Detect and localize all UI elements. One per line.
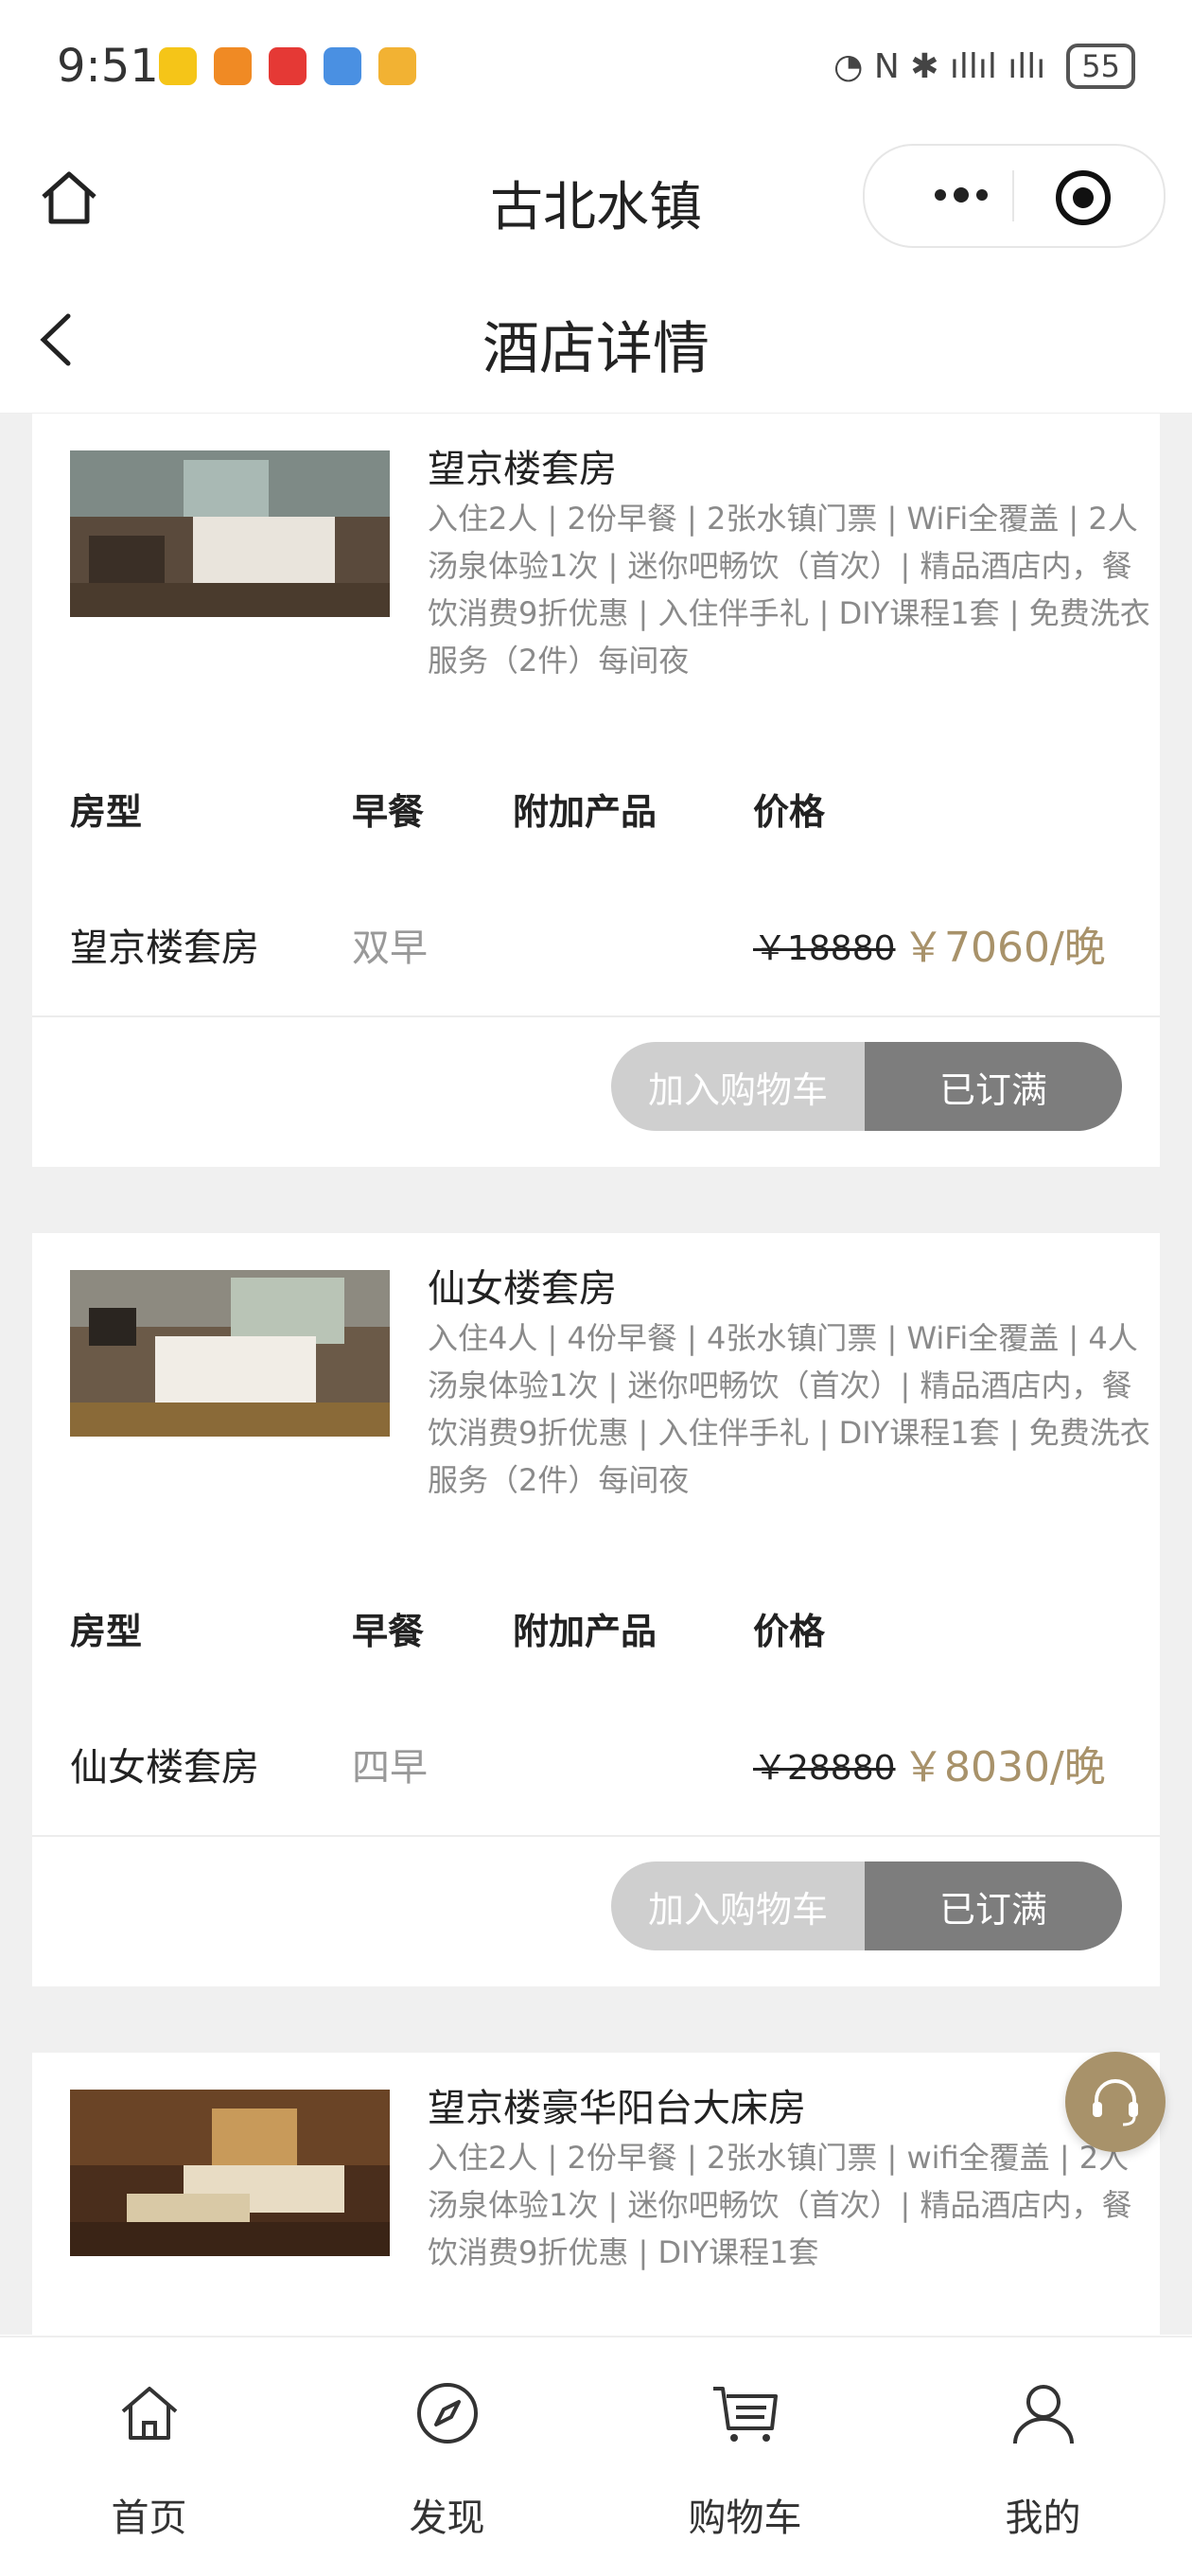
tab-label: 购物车 [688,2497,802,2540]
room-name: 望京楼套房 [428,448,617,491]
signal-icon: ◔ N ✱ ıllıl ıllı [833,46,1046,86]
header-price: 价格 [753,1611,826,1652]
sold-out-button[interactable]: 已订满 [865,1861,1122,1950]
weibo-icon [159,47,197,85]
home-icon [121,2387,178,2440]
status-bar: 9:51 ◔ N ✱ ıllıl ıllı 55 [0,0,1192,132]
room-card: 望京楼豪华阳台大床房 入住2人 | 2份早餐 | 2张水镇门票 | wifi全覆… [32,2053,1160,2335]
discount-price: ￥8030/晚 [903,1743,1106,1791]
status-time: 9:51 [57,40,159,93]
room-description: 入住2人 | 2份早餐 | 2张水镇门票 | WiFi全覆盖 | 2人汤泉体验1… [428,501,1150,679]
compass-icon [417,2383,478,2444]
room-card: 望京楼套房 入住2人 | 2份早餐 | 2张水镇门票 | WiFi全覆盖 | 2… [32,414,1160,1167]
nav-bar: 古北水镇 [0,132,1192,265]
cell-room-type: 望京楼套房 [70,926,259,970]
add-to-cart-button[interactable]: 加入购物车 [611,1861,865,1950]
cell-breakfast: 四早 [352,1746,428,1790]
header-room-type: 房型 [70,1611,143,1652]
original-price: ￥18880 [753,929,896,968]
headset-icon [1093,2079,1138,2126]
tab-home[interactable]: 首页 [0,2338,298,2540]
customer-service-button[interactable] [1065,2052,1166,2152]
capsule-divider [1012,170,1014,221]
tab-label: 首页 [111,2497,187,2540]
tab-label: 发现 [409,2497,485,2540]
page-header: 酒店详情 [0,265,1192,414]
header-breakfast: 早餐 [352,791,425,833]
blue-app-icon [324,47,361,85]
header-breakfast: 早餐 [352,1611,425,1652]
cell-room-type: 仙女楼套房 [70,1746,259,1790]
room-description: 入住2人 | 2份早餐 | 2张水镇门票 | wifi全覆盖 | 2人汤泉体验1… [428,2140,1132,2270]
card-divider [32,1015,1160,1017]
capsule-menu [863,144,1166,248]
red-app-icon [269,47,307,85]
header-addon: 附加产品 [513,791,657,833]
battery-icon: 55 [1066,44,1135,89]
notification-icons [159,47,416,85]
room-name: 仙女楼套房 [428,1267,617,1311]
action-buttons: 加入购物车 已订满 [611,1861,1122,1950]
room-card: 仙女楼套房 入住4人 | 4份早餐 | 4张水镇门票 | WiFi全覆盖 | 4… [32,1233,1160,1986]
room-name: 望京楼豪华阳台大床房 [428,2087,806,2130]
header-price: 价格 [753,791,826,833]
card-divider [32,1835,1160,1837]
system-icons: ◔ N ✱ ıllıl ıllı 55 [833,44,1135,89]
room-photo[interactable] [70,450,390,617]
tab-label: 我的 [1005,2497,1081,2540]
cart-icon [713,2387,778,2442]
room-photo[interactable] [70,2090,390,2256]
tab-cart[interactable]: 购物车 [596,2338,894,2540]
add-to-cart-button[interactable]: 加入购物车 [611,1042,865,1131]
discount-price: ￥7060/晚 [903,924,1106,972]
more-dots-icon[interactable] [912,176,1016,214]
header-addon: 附加产品 [513,1611,657,1652]
tab-discover[interactable]: 发现 [298,2338,596,2540]
header-room-type: 房型 [70,791,143,833]
user-icon [1013,2385,1074,2444]
action-buttons: 加入购物车 已订满 [611,1042,1122,1131]
chat-app-icon [214,47,252,85]
page-title: 酒店详情 [482,316,710,382]
target-icon[interactable] [1050,165,1116,231]
tab-profile[interactable]: 我的 [894,2338,1192,2540]
tab-bar: 首页 发现 购物车 我的 [0,2336,1192,2576]
room-list[interactable]: 望京楼套房 入住2人 | 2份早餐 | 2张水镇门票 | WiFi全覆盖 | 2… [0,414,1192,2335]
room-description: 入住4人 | 4份早餐 | 4张水镇门票 | WiFi全覆盖 | 4人汤泉体验1… [428,1320,1150,1498]
original-price: ￥28880 [753,1749,896,1788]
game-app-icon [378,47,416,85]
sold-out-button[interactable]: 已订满 [865,1042,1122,1131]
room-photo[interactable] [70,1270,390,1437]
cell-breakfast: 双早 [352,926,428,970]
